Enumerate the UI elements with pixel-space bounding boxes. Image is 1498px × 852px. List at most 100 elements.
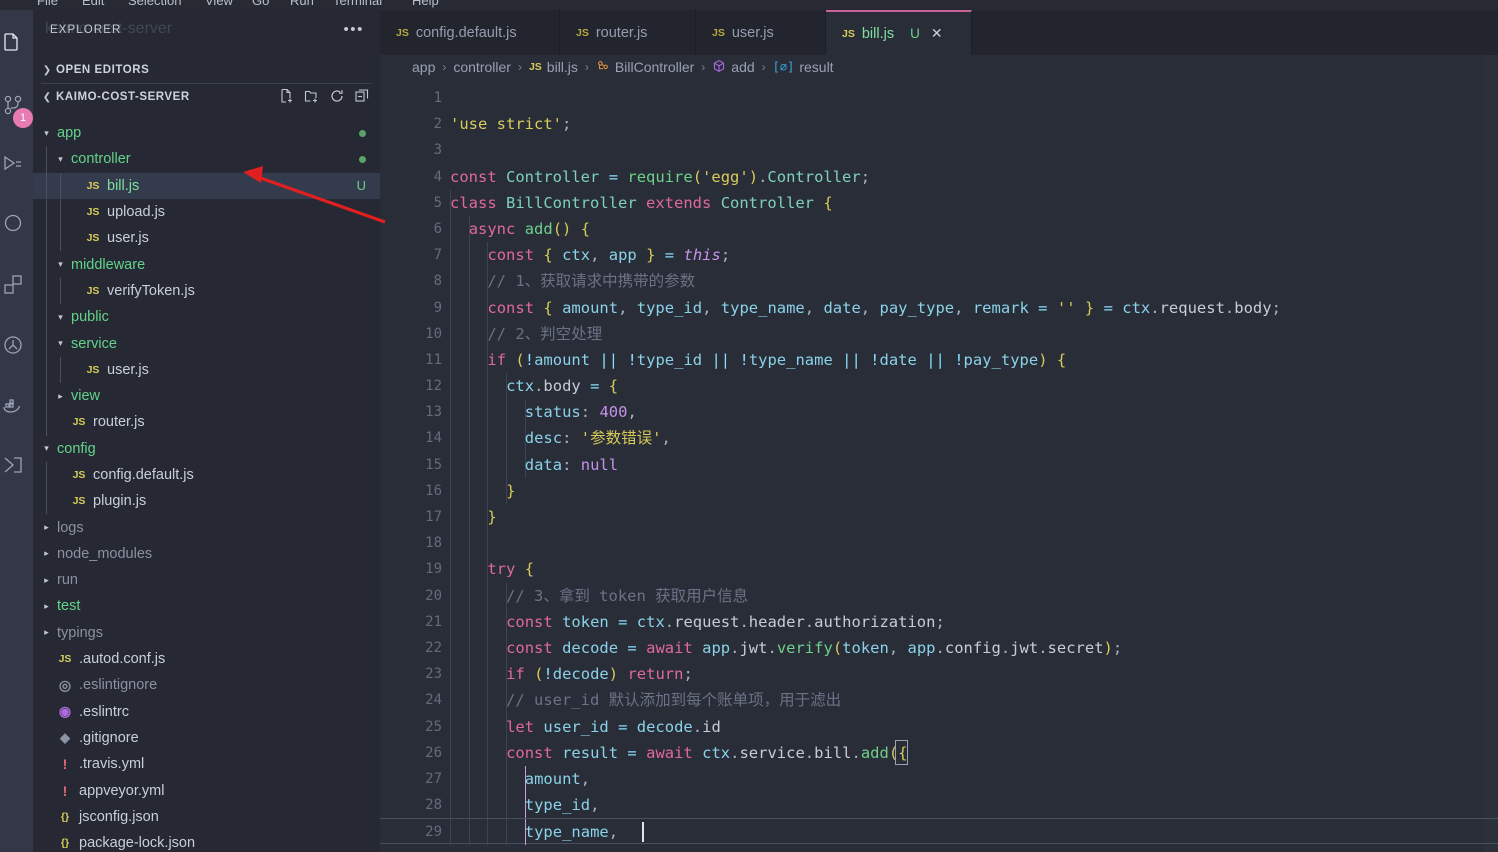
circle-icon[interactable] [0,204,32,242]
breadcrumb-item[interactable]: controller [453,59,511,75]
code-line[interactable]: 10 // 2、判空处理 [380,320,1498,347]
breadcrumb-item[interactable]: result [799,59,833,75]
tree-item-middleware[interactable]: ▾ middleware [33,251,380,278]
code-line[interactable]: 9 const { amount, type_id, type_name, da… [380,294,1498,321]
section-open-editors[interactable]: ❯ OPEN EDITORS [33,58,380,82]
tree-item--eslintrc[interactable]: ◉ .eslintrc [33,699,380,725]
code-line[interactable]: 2 'use strict'; [380,111,1498,137]
code-line[interactable]: 25 let user_id = decode.id [380,713,1498,740]
menu-terminal[interactable]: Terminal [333,0,382,8]
tree-item-package-lock-json[interactable]: {} package-lock.json [33,830,380,852]
tree-item-config[interactable]: ▾ config [33,436,380,462]
code-line[interactable]: 17 } [380,504,1498,531]
new-folder-icon[interactable] [304,88,320,104]
sidebar-more-actions[interactable]: ••• [343,22,364,37]
editor-tab-config-default-js[interactable]: JS config.default.js [380,10,560,55]
menu-bar[interactable]: File Edit Selection View Go Run Terminal… [0,0,1498,10]
code-line[interactable]: 16 } [380,477,1498,504]
tree-item-config-default-js[interactable]: JS config.default.js [33,461,380,489]
eslint-file-icon: ◉ [58,703,72,720]
remote-icon[interactable] [0,446,32,484]
menu-view[interactable]: View [205,0,233,8]
code-line[interactable]: 19 try { [380,556,1498,583]
code-line[interactable]: 11 if (!amount || !type_id || !type_name… [380,346,1498,374]
sidebar-title: EXPLORER [50,24,122,36]
close-icon[interactable]: ✕ [931,25,943,42]
tree-item-controller[interactable]: ▾ controller [33,146,380,173]
tree-item--autod-conf-js[interactable]: JS .autod.conf.js [33,646,380,672]
editor-minimap[interactable] [1484,55,1498,852]
tree-item--eslintignore[interactable]: ◎ .eslintignore [33,672,380,698]
code-line[interactable]: 28 type_id, [380,792,1498,819]
breadcrumb-item[interactable]: app [412,59,435,75]
code-line[interactable]: 13 status: 400, [380,399,1498,426]
tree-item-plugin-js[interactable]: JS plugin.js [33,488,380,515]
tree-item-run[interactable]: ▸ run [33,567,380,593]
code-line[interactable]: 21 const token = ctx.request.header.auth… [380,608,1498,635]
breadcrumb[interactable]: app › controller › JS bill.js › BillController ›… [380,55,1498,79]
code-line[interactable]: 23 if (!decode) return; [380,661,1498,688]
tree-item--gitignore[interactable]: ◆ .gitignore [33,725,380,751]
code-line[interactable]: 5 class BillController extends Controller… [380,189,1498,216]
tree-item-user-js[interactable]: JS user.js [33,225,380,252]
tree-item-appveyor-yml[interactable]: ! appveyor.yml [33,777,380,803]
menu-run[interactable]: Run [290,0,314,8]
explorer-icon[interactable] [0,24,32,62]
tree-item-jsconfig-json[interactable]: {} jsconfig.json [33,804,380,830]
docker-icon[interactable] [0,386,32,424]
tree-item-app[interactable]: ▾ app [33,120,380,146]
code-line[interactable]: 29 type_name, [380,818,1498,846]
collapse-all-icon[interactable] [354,88,370,104]
menu-help[interactable]: Help [412,0,439,8]
extensions-icon[interactable] [0,266,32,304]
code-line[interactable]: 15 data: null [380,451,1498,478]
tree-item-verifytoken-js[interactable]: JS verifyToken.js [33,277,380,305]
refresh-icon[interactable] [329,88,345,104]
code-line[interactable]: 4 const Controller = require('egg').Contr… [380,164,1498,190]
menu-go[interactable]: Go [252,0,269,8]
indent-guide [46,330,47,357]
tree-item-service[interactable]: ▾ service [33,330,380,357]
run-debug-icon[interactable] [0,146,32,184]
tree-item-view[interactable]: ▸ view [33,382,380,410]
code-line[interactable]: 22 const decode = await app.jwt.verify(t… [380,634,1498,662]
editor-tab-user-js[interactable]: JS user.js [696,10,826,55]
code-line[interactable]: 27 amount, [380,765,1498,793]
breadcrumb-item[interactable]: add [731,59,754,75]
code-line[interactable]: 20 // 3、拿到 token 获取用户信息 [380,582,1498,609]
tree-item-router-js[interactable]: JS router.js [33,409,380,436]
tree-item-bill-js[interactable]: JS bill.js U [33,172,380,199]
new-file-icon[interactable] [279,88,295,104]
code-line[interactable]: 24 // user_id 默认添加到每个账单项，用于滤出 [380,687,1498,714]
menu-file[interactable]: File [37,0,58,8]
tree-item-typings[interactable]: ▸ typings [33,620,380,646]
code-line[interactable]: 14 desc: '参数错误', [380,425,1498,452]
code-editor[interactable]: 1 2'use strict'; 3 4 const Controller = requ… [380,85,1498,852]
code-line[interactable]: 6 async add() { [380,215,1498,243]
code-line[interactable]: 1 [380,85,1498,111]
code-line[interactable]: 8 // 1、获取请求中携带的参数 [380,268,1498,295]
tree-item-test[interactable]: ▸ test [33,593,380,619]
line-number: 19 [425,561,442,578]
code-line[interactable]: 12 ctx.body = { [380,373,1498,400]
breadcrumb-item[interactable]: bill.js [547,59,578,75]
tree-item-upload-js[interactable]: JS upload.js [33,198,380,226]
section-workspace[interactable]: ❮ KAIMO-COST-SERVER [33,85,380,109]
tree-item-public[interactable]: ▾ public [33,304,380,331]
code-line[interactable]: 18 [380,530,1498,557]
menu-selection[interactable]: Selection [128,0,181,8]
tree-item-label: public [71,309,109,326]
tree-item--travis-yml[interactable]: ! .travis.yml [33,751,380,777]
editor-tab-router-js[interactable]: JS router.js [560,10,696,55]
breadcrumb-item[interactable]: BillController [615,59,694,75]
js-file-icon: JS [86,232,100,245]
code-line[interactable]: 26 const result = await ctx.service.bill… [380,739,1498,766]
tree-item-node-modules[interactable]: ▸ node_modules [33,541,380,567]
tree-item-user-js[interactable]: JS user.js [33,356,380,383]
tree-item-logs[interactable]: ▸ logs [33,514,380,540]
editor-tab-bill-js[interactable]: JS bill.js U ✕ [826,10,972,55]
menu-edit[interactable]: Edit [82,0,104,8]
git-graph-icon[interactable] [0,326,32,364]
code-line[interactable]: 3 [380,137,1498,163]
code-line[interactable]: 7 const { ctx, app } = this; [380,242,1498,269]
